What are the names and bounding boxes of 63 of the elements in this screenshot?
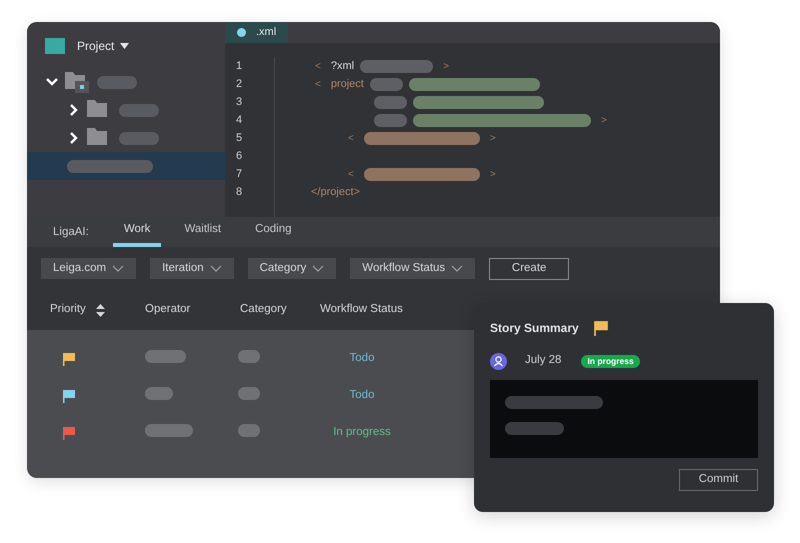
project-icon bbox=[45, 38, 65, 54]
filter-dropdown[interactable]: Category bbox=[248, 258, 336, 279]
column-header[interactable]: Workflow Status bbox=[320, 301, 403, 319]
code-keyword: ?xml bbox=[330, 58, 354, 74]
filter-dropdown[interactable]: Workflow Status bbox=[350, 258, 476, 279]
placeholder-bar bbox=[238, 350, 260, 362]
panel-tab[interactable]: Coding bbox=[244, 217, 303, 247]
code-bracket: < bbox=[347, 132, 355, 146]
placeholder-bar bbox=[505, 422, 564, 435]
code-tag: </project> bbox=[311, 184, 360, 200]
column-header[interactable]: Category bbox=[240, 301, 287, 319]
file-tab[interactable]: .xml bbox=[225, 22, 288, 43]
placeholder-bar bbox=[97, 76, 137, 88]
dropdown-icon bbox=[120, 43, 130, 49]
placeholder-bar bbox=[374, 114, 407, 126]
status-text: Todo bbox=[350, 388, 374, 403]
line-number: 3 bbox=[236, 95, 244, 110]
placeholder-bar bbox=[374, 96, 407, 108]
line-number: 8 bbox=[236, 185, 244, 200]
code-bracket: > bbox=[488, 132, 497, 146]
avatar-icon bbox=[490, 352, 507, 370]
caret-icon bbox=[112, 264, 124, 272]
column-header[interactable]: Priority bbox=[50, 301, 105, 319]
code-bracket: > bbox=[442, 60, 450, 74]
line-number: 7 bbox=[236, 167, 244, 182]
code-bracket: < bbox=[347, 168, 355, 182]
placeholder-bar bbox=[119, 104, 159, 116]
column-header[interactable]: Operator bbox=[145, 301, 190, 319]
card-title: Story Summary bbox=[490, 320, 579, 337]
code-bracket: > bbox=[488, 168, 497, 182]
line-number: 2 bbox=[236, 77, 244, 92]
panel-tab[interactable]: Waitlist bbox=[173, 217, 232, 247]
filter-dropdown[interactable]: Leiga.com bbox=[41, 258, 136, 279]
caret-icon bbox=[312, 264, 324, 272]
placeholder-bar bbox=[238, 386, 260, 400]
line-number: 4 bbox=[236, 113, 244, 128]
line-number: 1 bbox=[236, 59, 244, 74]
filter-dropdown[interactable]: Iteration bbox=[150, 258, 234, 279]
placeholder-bar bbox=[145, 424, 193, 436]
caret-icon bbox=[210, 264, 222, 272]
code-bracket: < bbox=[314, 78, 322, 92]
code-bracket: > bbox=[600, 114, 608, 128]
placeholder-bar bbox=[119, 132, 159, 144]
tree-item[interactable] bbox=[27, 152, 225, 180]
create-button[interactable]: Create bbox=[489, 258, 570, 280]
placeholder-bar bbox=[145, 350, 186, 362]
caret-icon bbox=[451, 264, 464, 272]
folder-icon bbox=[65, 71, 91, 93]
status-text: Todo bbox=[350, 350, 374, 366]
placeholder-bar bbox=[145, 386, 173, 400]
commit-button[interactable]: Commit bbox=[679, 469, 758, 491]
placeholder-bar bbox=[238, 424, 260, 436]
panel-label: LigaAI: bbox=[53, 225, 90, 240]
code-tag: project bbox=[330, 76, 364, 92]
line-number: 6 bbox=[236, 149, 244, 164]
sort-icon bbox=[96, 304, 105, 316]
code-bracket: < bbox=[314, 60, 322, 74]
date-text: July 28 bbox=[525, 353, 562, 368]
status-text: In progress bbox=[333, 424, 391, 440]
status-badge: In progress bbox=[581, 354, 640, 368]
line-number: 5 bbox=[236, 131, 244, 146]
placeholder-bar bbox=[370, 78, 403, 90]
project-dropdown[interactable]: Project bbox=[77, 37, 130, 55]
